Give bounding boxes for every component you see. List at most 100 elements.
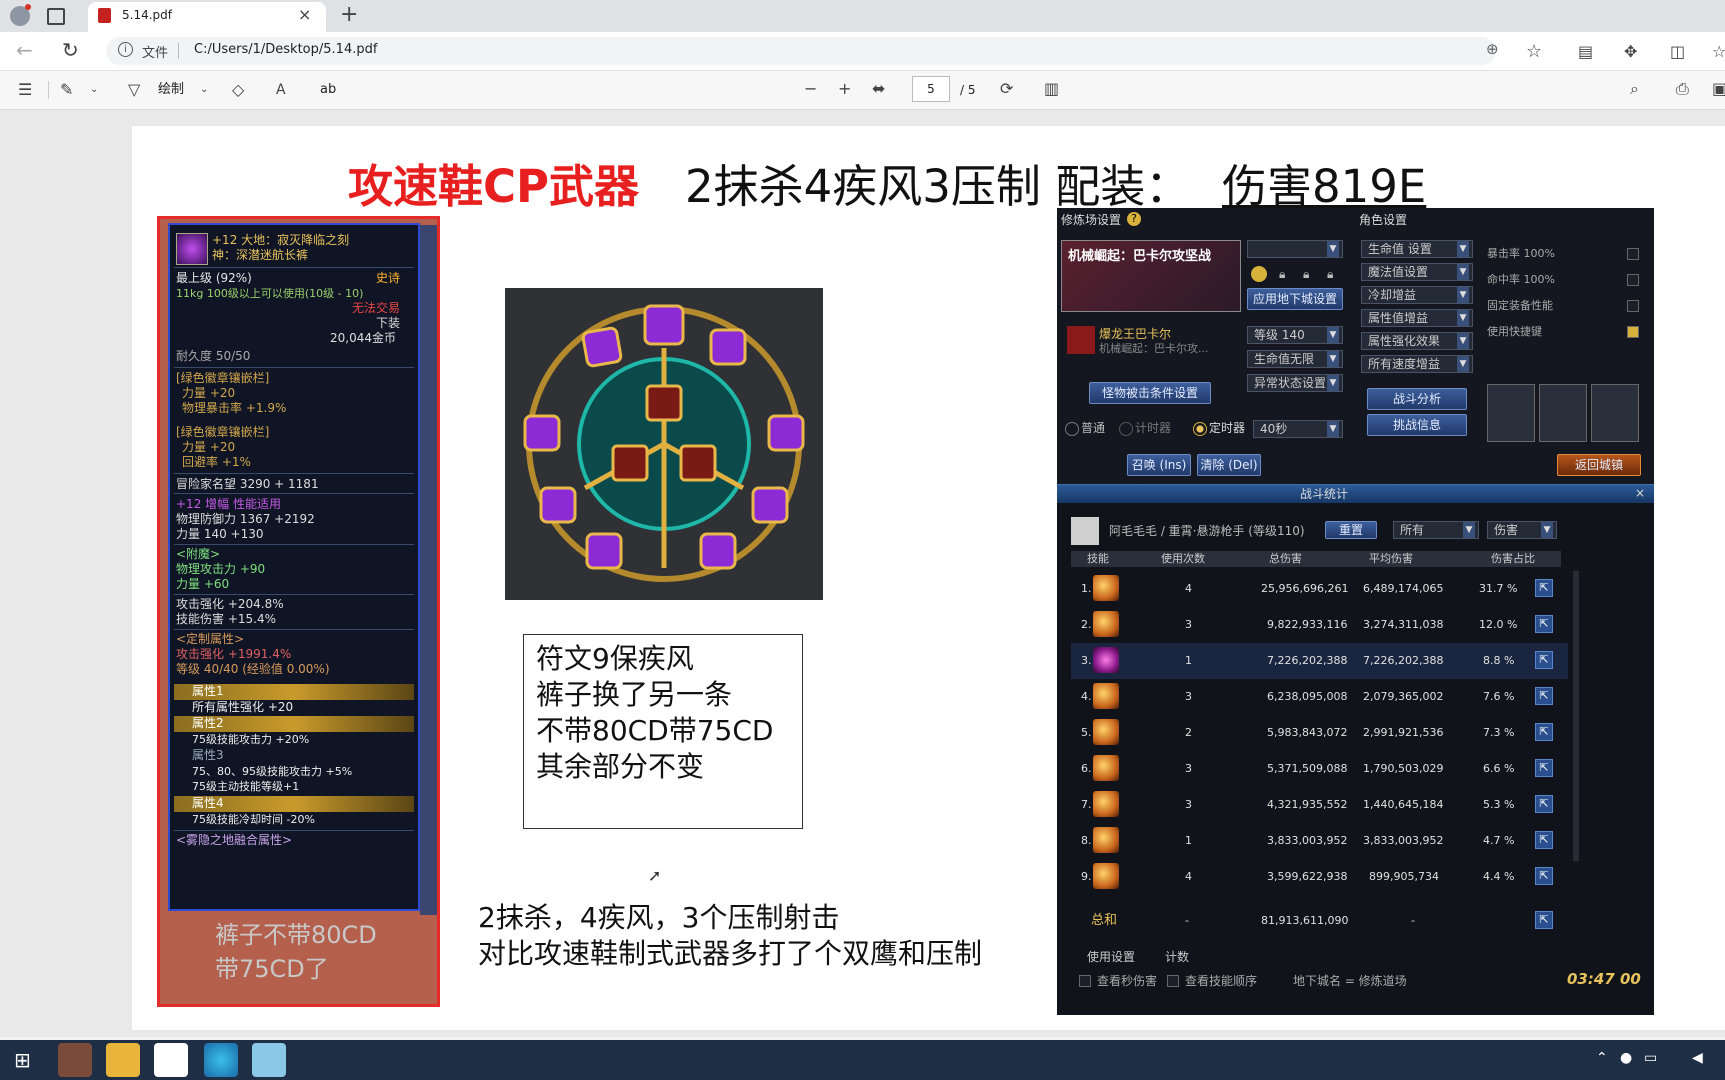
tab-active[interactable]: 5.14.pdf ×	[88, 2, 326, 32]
role-checkbox-checked[interactable]	[1627, 326, 1639, 338]
stage-banner[interactable]: 机械崛起：巴卡尔攻坚战	[1061, 240, 1241, 312]
mic-icon[interactable]: ●	[1620, 1050, 1632, 1066]
tab-use-settings[interactable]: 使用设置	[1087, 949, 1135, 965]
file-explorer-icon[interactable]	[106, 1043, 140, 1077]
battle-analysis-button[interactable]: 战斗分析	[1367, 388, 1467, 410]
search-icon[interactable]: ⌕	[1630, 79, 1639, 99]
hp-dropdown[interactable]: 生命值无限	[1247, 350, 1343, 368]
export-icon[interactable]: ⇱	[1535, 687, 1553, 705]
page-number-input[interactable]: 5	[912, 76, 950, 102]
role-checkbox[interactable]	[1627, 274, 1639, 286]
url-field[interactable]: i 文件 C:/Users/1/Desktop/5.14.pdf ⊕	[106, 37, 1499, 65]
lock-icon[interactable]: 🔒︎	[1279, 266, 1285, 282]
radio-normal[interactable]	[1065, 422, 1079, 436]
export-icon[interactable]: ⇱	[1535, 911, 1553, 929]
table-scrollbar[interactable]	[1573, 571, 1579, 861]
role-dropdown[interactable]: 所有速度增益	[1361, 355, 1473, 373]
print-icon[interactable]: ⎙	[1676, 79, 1689, 99]
clear-button[interactable]: 清除 (Del)	[1197, 454, 1261, 476]
level-dropdown[interactable]: 等级 140	[1247, 326, 1343, 344]
role-checkbox[interactable]	[1627, 248, 1639, 260]
table-row[interactable]: 9. 4 3,599,622,938 899,905,734 4.4 % ⇱	[1071, 859, 1568, 895]
export-icon[interactable]: ⇱	[1535, 759, 1553, 777]
role-dropdown[interactable]: 魔法值设置	[1361, 263, 1473, 281]
export-icon[interactable]: ⇱	[1535, 615, 1553, 633]
tray-chevron-icon[interactable]: ⌃	[1596, 1050, 1608, 1066]
entry-reset-button[interactable]	[1539, 384, 1587, 442]
contents-icon[interactable]: ☰	[18, 80, 32, 100]
table-row[interactable]: 1. 4 25,956,696,261 6,489,174,065 31.7 %…	[1071, 571, 1568, 607]
lock-icon[interactable]: 🔒︎	[1327, 266, 1333, 282]
table-row[interactable]: 2. 3 9,822,933,116 3,274,311,038 12.0 % …	[1071, 607, 1568, 643]
role-dropdown[interactable]: 冷却增益	[1361, 286, 1473, 304]
dps-checkbox[interactable]	[1079, 975, 1091, 987]
export-icon[interactable]: ⇱	[1535, 579, 1553, 597]
reset-button[interactable]: 重置	[1325, 521, 1377, 539]
chevron-down-icon[interactable]: ⌄	[200, 80, 208, 100]
export-icon[interactable]: ⇱	[1535, 723, 1553, 741]
eraser-icon[interactable]: ◇	[232, 80, 244, 100]
close-tab-icon[interactable]: ×	[298, 5, 311, 24]
monster-condition-button[interactable]: 怪物被击条件设置	[1089, 382, 1211, 404]
info-icon[interactable]: i	[118, 42, 133, 57]
favorites-icon[interactable]: ☆	[1712, 42, 1725, 62]
filter-damage-dropdown[interactable]: 伤害	[1487, 521, 1557, 539]
challenge-info-button[interactable]: 挑战信息	[1367, 414, 1467, 436]
tab-actions-icon[interactable]	[47, 8, 65, 25]
page-view-icon[interactable]: ▥	[1044, 79, 1059, 99]
new-tab-icon[interactable]: +	[340, 2, 358, 27]
extensions-icon[interactable]: ✥	[1624, 42, 1637, 62]
export-icon[interactable]: ⇱	[1535, 831, 1553, 849]
highlight-icon[interactable]: ✎	[60, 80, 73, 100]
role-dropdown[interactable]: 生命值 设置	[1361, 240, 1473, 258]
refresh-icon[interactable]: ↻	[62, 38, 79, 62]
timer-dropdown[interactable]: 40秒	[1253, 420, 1343, 438]
cooldown-button[interactable]	[1487, 384, 1535, 442]
lock-icon[interactable]: 🔒︎	[1303, 266, 1309, 282]
role-checkbox[interactable]	[1627, 300, 1639, 312]
game-app-icon[interactable]	[58, 1043, 92, 1077]
back-icon[interactable]: ←	[16, 38, 33, 62]
radio-timer[interactable]	[1193, 422, 1207, 436]
draw-label[interactable]: 绘制	[158, 80, 184, 100]
zoom-icon[interactable]: ⊕	[1486, 40, 1499, 58]
help-icon[interactable]: ?	[1127, 212, 1141, 226]
table-row[interactable]: 8. 1 3,833,003,952 3,833,003,952 4.7 % ⇱	[1071, 823, 1568, 859]
fit-page-icon[interactable]: ⬌	[872, 79, 885, 99]
network-icon[interactable]: ▭	[1644, 1050, 1657, 1066]
filter-all-dropdown[interactable]: 所有	[1393, 521, 1479, 539]
app-icon[interactable]	[252, 1043, 286, 1077]
qq-icon[interactable]	[154, 1043, 188, 1077]
table-row[interactable]: 4. 3 6,238,095,008 2,079,365,002 7.6 % ⇱	[1071, 679, 1568, 715]
chevron-down-icon[interactable]: ⌄	[90, 80, 98, 100]
activate-item-button[interactable]	[1591, 384, 1639, 442]
stage-dropdown[interactable]	[1247, 240, 1343, 258]
favorite-star-icon[interactable]: ☆	[1526, 42, 1542, 62]
speaker-icon[interactable]: ◀	[1692, 1050, 1703, 1066]
export-icon[interactable]: ⇱	[1535, 867, 1553, 885]
table-row[interactable]: 6. 3 5,371,509,088 1,790,503,029 6.6 % ⇱	[1071, 751, 1568, 787]
split-screen-icon[interactable]: ◫	[1670, 42, 1685, 62]
return-town-button[interactable]: 返回城镇	[1557, 454, 1641, 476]
radio-counter[interactable]	[1119, 422, 1133, 436]
table-row[interactable]: 7. 3 4,321,935,552 1,440,645,184 5.3 % ⇱	[1071, 787, 1568, 823]
table-row[interactable]: 3. 1 7,226,202,388 7,226,202,388 8.8 % ⇱	[1071, 643, 1568, 679]
tab-count[interactable]: 计数	[1165, 949, 1189, 965]
table-row[interactable]: 5. 2 5,983,843,072 2,991,921,536 7.3 % ⇱	[1071, 715, 1568, 751]
save-icon[interactable]: ▣	[1712, 79, 1725, 99]
text-icon[interactable]: A	[276, 80, 286, 100]
collections-icon[interactable]: ▤	[1578, 42, 1593, 62]
rotate-icon[interactable]: ⟳	[1000, 79, 1013, 99]
close-icon[interactable]: ×	[1635, 485, 1645, 501]
export-icon[interactable]: ⇱	[1535, 651, 1553, 669]
summon-button[interactable]: 召唤 (Ins)	[1127, 454, 1191, 476]
export-icon[interactable]: ⇱	[1535, 795, 1553, 813]
zoom-in-icon[interactable]: +	[838, 79, 851, 99]
windows-start-icon[interactable]: ⊞	[14, 1048, 31, 1072]
read-aloud-button[interactable]: ab	[320, 80, 336, 100]
abnormal-dropdown[interactable]: 异常状态设置	[1247, 374, 1343, 392]
apply-dungeon-button[interactable]: 应用地下城设置	[1247, 288, 1343, 310]
edge-browser-icon[interactable]	[204, 1043, 238, 1077]
role-dropdown[interactable]: 属性强化效果	[1361, 332, 1473, 350]
order-checkbox[interactable]	[1167, 975, 1179, 987]
